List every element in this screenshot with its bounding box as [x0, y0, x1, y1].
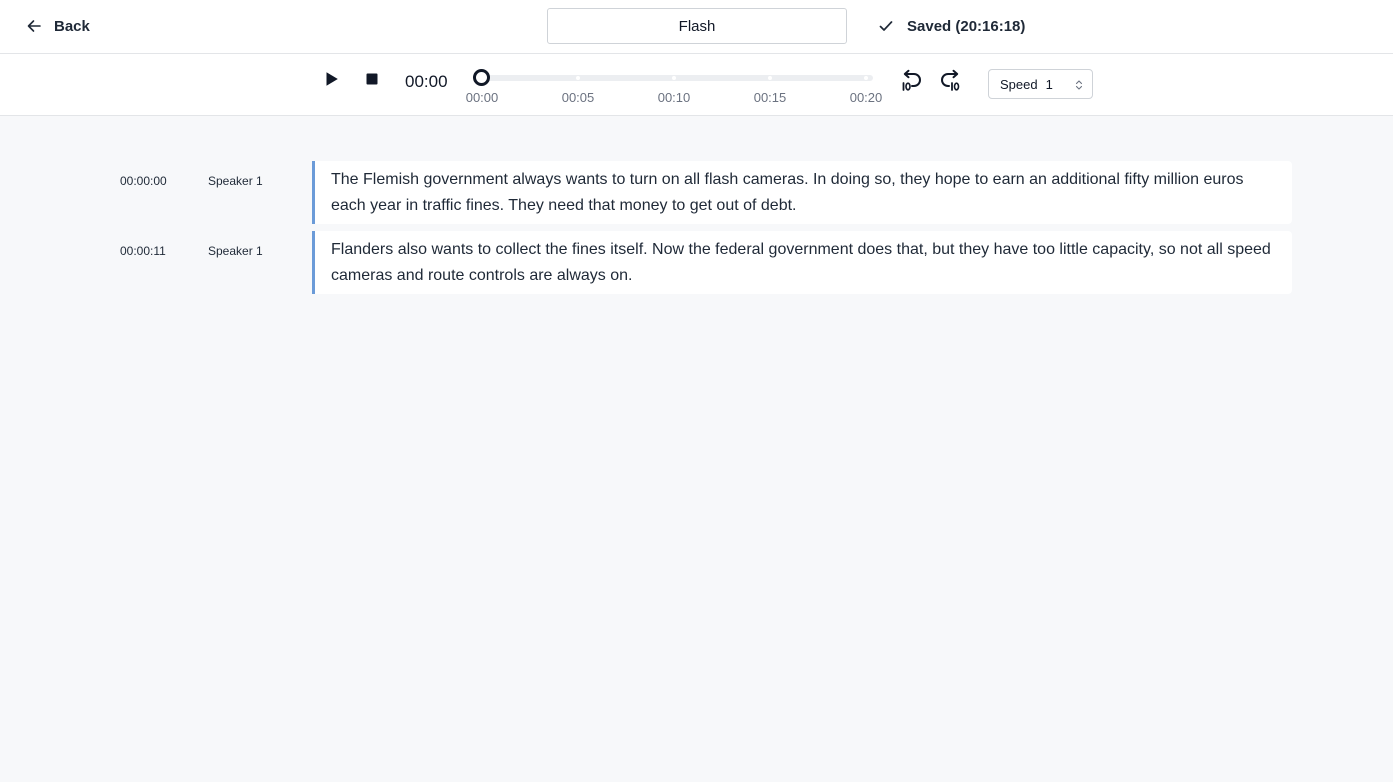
segment-speaker[interactable]: Speaker 1 — [208, 174, 263, 188]
top-bar: Back Saved (20:16:18) — [0, 0, 1393, 54]
segment-speaker[interactable]: Speaker 1 — [208, 244, 263, 258]
stop-icon[interactable] — [366, 73, 378, 85]
checkmark-icon — [879, 21, 893, 31]
tick-mark — [768, 76, 772, 80]
tick-label: 00:15 — [753, 90, 787, 105]
back-button[interactable]: Back — [26, 16, 90, 36]
tick-label: 00:05 — [561, 90, 595, 105]
tick-label: 00:20 — [849, 90, 883, 105]
tick-mark — [576, 76, 580, 80]
back-label: Back — [54, 17, 90, 35]
tick-mark — [864, 76, 868, 80]
tick-label: 00:00 — [465, 90, 499, 105]
current-time: 00:00 — [405, 72, 448, 91]
tick-label: 00:10 — [657, 90, 691, 105]
progress-handle[interactable] — [473, 69, 490, 86]
segment-timestamp[interactable]: 00:00:00 — [120, 174, 167, 188]
progress-track[interactable] — [481, 75, 873, 81]
play-icon[interactable] — [325, 71, 339, 87]
arrow-left-icon — [27, 20, 41, 32]
rewind-10-icon[interactable] — [899, 69, 923, 93]
audio-player: 00:00 00:00 00:05 00:10 00:15 00:20 Spee… — [0, 54, 1393, 116]
save-status: Saved (20:16:18) — [878, 16, 1025, 36]
speed-select[interactable]: Speed 1 — [988, 69, 1093, 99]
chevron-up-down-icon — [1075, 80, 1083, 90]
forward-10-icon[interactable] — [939, 69, 963, 93]
speed-value: 1 — [1045, 76, 1053, 92]
speed-label: Speed — [1000, 76, 1038, 92]
segment-text[interactable]: Flanders also wants to collect the fines… — [312, 231, 1292, 294]
tick-mark — [672, 76, 676, 80]
save-status-text: Saved (20:16:18) — [907, 17, 1026, 35]
document-title-input[interactable] — [547, 8, 847, 44]
segment-timestamp[interactable]: 00:00:11 — [120, 244, 166, 258]
segment-text[interactable]: The Flemish government always wants to t… — [312, 161, 1292, 224]
